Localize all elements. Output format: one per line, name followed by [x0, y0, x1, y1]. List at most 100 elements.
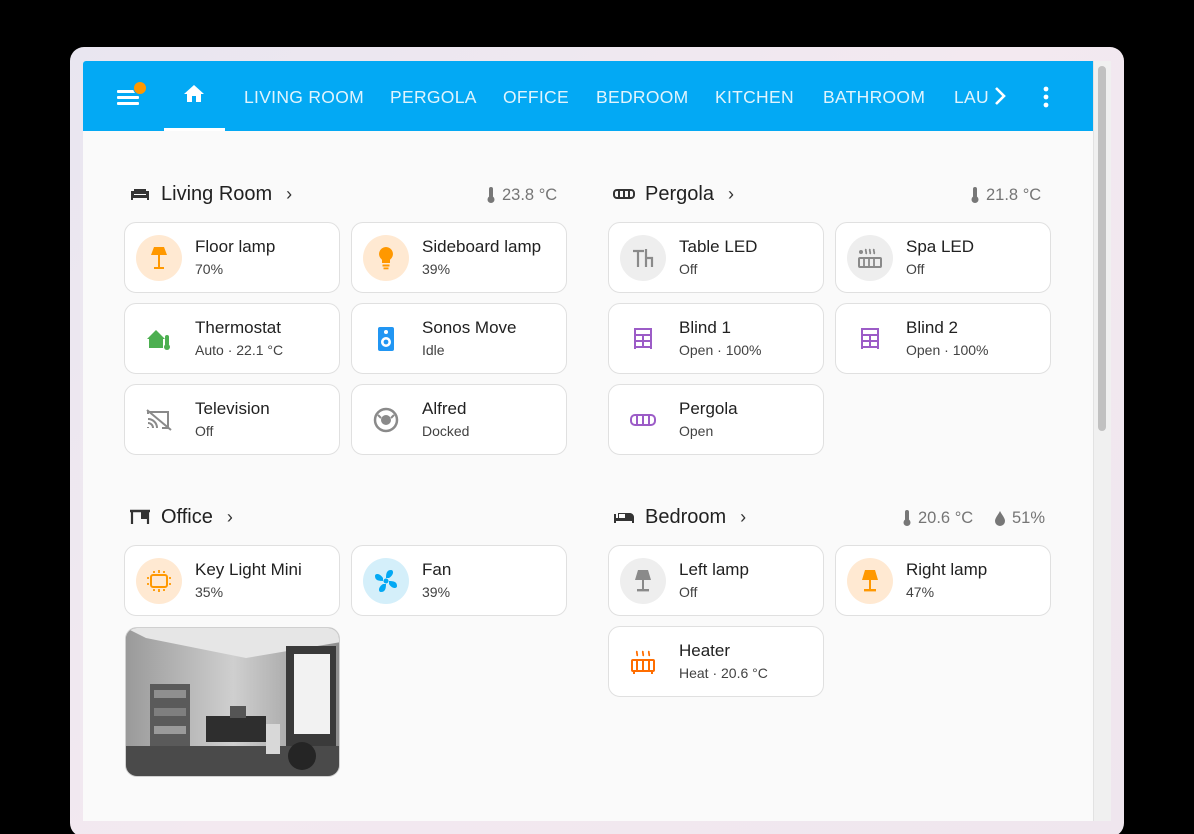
- card-title: Floor lamp: [195, 237, 276, 256]
- menu-icon-line: [117, 96, 139, 99]
- chevron-right-icon[interactable]: [993, 85, 1007, 107]
- area-name: Bedroom: [645, 505, 727, 528]
- card-state: Open · 100%: [679, 342, 762, 358]
- notification-badge: [133, 81, 147, 95]
- tab-home[interactable]: [164, 61, 225, 131]
- card-title: Alfred: [422, 399, 467, 418]
- entity-card-blind-2[interactable]: Blind 2 Open · 100%: [835, 303, 1051, 374]
- table-chair-icon: [620, 235, 666, 281]
- humidity-sensor[interactable]: 51%: [994, 504, 1045, 532]
- thermometer-icon: [487, 187, 495, 203]
- blinds-icon: [620, 316, 666, 362]
- chevron-right-icon: ›: [740, 506, 747, 527]
- card-title: Blind 1: [679, 318, 731, 337]
- chevron-right-icon: ›: [727, 183, 734, 204]
- temperature-value: 21.8 °C: [986, 185, 1042, 204]
- tab-living-room[interactable]: LIVING ROOM: [244, 87, 364, 108]
- card-state: Idle: [422, 342, 445, 358]
- entity-card-key-light-mini[interactable]: Key Light Mini 35%: [124, 545, 340, 616]
- home-thermometer-icon: [136, 316, 182, 362]
- fan-icon: [363, 558, 409, 604]
- awning-icon: [620, 397, 666, 443]
- area-name: Living Room: [161, 182, 273, 205]
- card-state: 47%: [906, 584, 935, 600]
- tab-office[interactable]: OFFICE: [503, 87, 569, 108]
- tab-bathroom[interactable]: BATHROOM: [823, 87, 925, 108]
- lamp-icon: [620, 558, 666, 604]
- active-tab-indicator: [164, 128, 225, 131]
- area-title-pergola[interactable]: Pergola ›: [613, 180, 734, 208]
- entity-card-thermostat[interactable]: Thermostat Auto · 22.1 °C: [124, 303, 340, 374]
- card-title: Spa LED: [906, 237, 975, 256]
- entity-card-floor-lamp[interactable]: Floor lamp 70%: [124, 222, 340, 293]
- bed-icon: [613, 506, 635, 528]
- card-title: Fan: [422, 560, 452, 579]
- radiator-icon: [620, 639, 666, 685]
- entity-card-sonos-move[interactable]: Sonos Move Idle: [351, 303, 567, 374]
- entity-card-heater[interactable]: Heater Heat · 20.6 °C: [608, 626, 824, 697]
- office-camera-feed[interactable]: [125, 627, 340, 777]
- camera-image: [126, 628, 339, 776]
- temperature-sensor[interactable]: 23.8 °C: [486, 181, 557, 209]
- card-state: Heat · 20.6 °C: [679, 665, 768, 681]
- entity-card-fan[interactable]: Fan 39%: [351, 545, 567, 616]
- card-title: Table LED: [679, 237, 758, 256]
- menu-icon-line: [117, 102, 139, 105]
- area-name: Pergola: [645, 182, 714, 205]
- speaker-icon: [363, 316, 409, 362]
- desk-icon: [129, 506, 151, 528]
- top-app-bar: LIVING ROOM PERGOLA OFFICE BEDROOM KITCH…: [83, 61, 1111, 131]
- card-title: Sideboard lamp: [422, 237, 542, 256]
- card-state: 35%: [195, 584, 224, 600]
- entity-card-table-led[interactable]: Table LED Off: [608, 222, 824, 293]
- card-state: 39%: [422, 584, 451, 600]
- temperature-sensor[interactable]: 21.8 °C: [970, 181, 1041, 209]
- entity-card-left-lamp[interactable]: Left lamp Off: [608, 545, 824, 616]
- tab-laundry[interactable]: LAU: [954, 87, 988, 108]
- scrollbar-thumb[interactable]: [1098, 66, 1106, 431]
- temperature-sensor[interactable]: 20.6 °C: [902, 504, 973, 532]
- card-state: 39%: [422, 261, 451, 277]
- card-title: Blind 2: [906, 318, 958, 337]
- awning-icon: [613, 183, 635, 205]
- card-title: Television: [195, 399, 270, 418]
- entity-card-television[interactable]: Television Off: [124, 384, 340, 455]
- entity-card-right-lamp[interactable]: Right lamp 47%: [835, 545, 1051, 616]
- tab-kitchen[interactable]: KITCHEN: [715, 87, 794, 108]
- cast-off-icon: [136, 397, 182, 443]
- card-state: Off: [906, 261, 925, 277]
- thermometer-icon: [903, 510, 911, 526]
- area-title-office[interactable]: Office ›: [129, 503, 233, 531]
- entity-card-sideboard-lamp[interactable]: Sideboard lamp 39%: [351, 222, 567, 293]
- entity-card-alfred[interactable]: Alfred Docked: [351, 384, 567, 455]
- lamp-icon: [847, 558, 893, 604]
- more-options-icon[interactable]: [1038, 85, 1054, 109]
- card-title: Right lamp: [906, 560, 988, 579]
- temperature-value: 23.8 °C: [502, 185, 558, 204]
- entity-card-spa-led[interactable]: Spa LED Off: [835, 222, 1051, 293]
- robot-vacuum-icon: [363, 397, 409, 443]
- tab-pergola[interactable]: PERGOLA: [390, 87, 477, 108]
- area-title-living-room[interactable]: Living Room ›: [129, 180, 292, 208]
- area-name: Office: [161, 505, 213, 528]
- tab-bedroom[interactable]: BEDROOM: [596, 87, 689, 108]
- card-state: Off: [679, 584, 698, 600]
- tab-overflow-clip: LAU: [954, 61, 988, 131]
- card-title: Sonos Move: [422, 318, 517, 337]
- entity-card-blind-1[interactable]: Blind 1 Open · 100%: [608, 303, 824, 374]
- area-title-bedroom[interactable]: Bedroom ›: [613, 503, 746, 531]
- water-percent-icon: [995, 511, 1005, 526]
- blinds-icon: [847, 316, 893, 362]
- entity-card-pergola[interactable]: Pergola Open: [608, 384, 824, 455]
- sidebar-menu-button[interactable]: [111, 81, 147, 113]
- chevron-right-icon: ›: [286, 183, 293, 204]
- card-state: Off: [195, 423, 214, 439]
- floor-lamp-icon: [136, 235, 182, 281]
- hot-tub-icon: [847, 235, 893, 281]
- card-title: Heater: [679, 641, 731, 660]
- home-icon: [184, 85, 204, 102]
- card-title: Key Light Mini: [195, 560, 302, 579]
- sofa-icon: [129, 183, 151, 205]
- card-state: Open: [679, 423, 714, 439]
- card-state: Open · 100%: [906, 342, 989, 358]
